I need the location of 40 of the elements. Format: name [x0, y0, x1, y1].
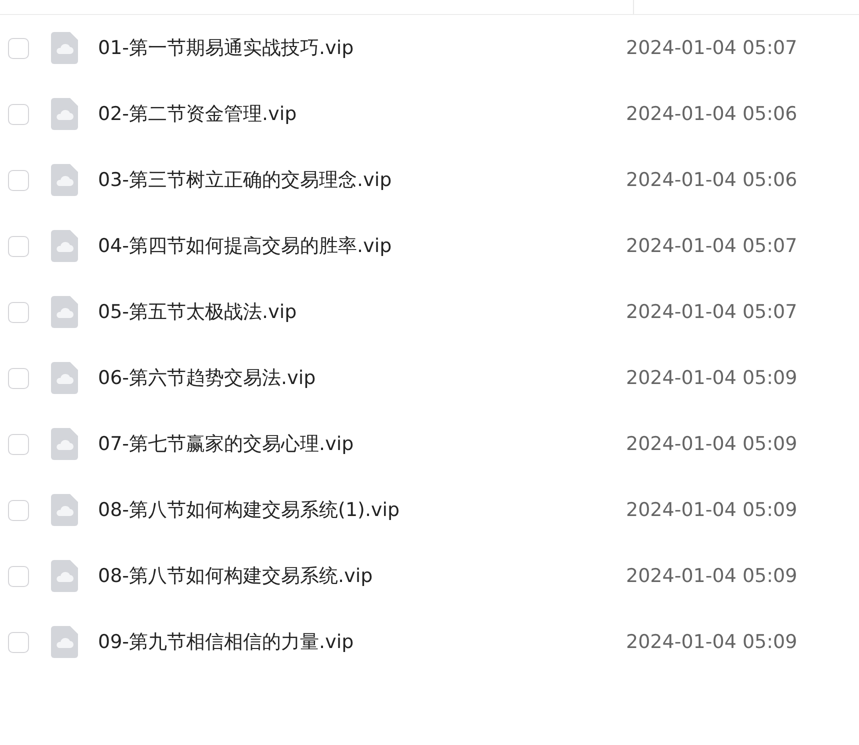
row-checkbox[interactable] [8, 632, 29, 652]
file-icon [51, 362, 78, 394]
file-icon [51, 164, 78, 196]
modified-date: 2024-01-04 05:09 [626, 499, 798, 521]
file-icon [51, 560, 78, 592]
row-checkbox[interactable] [8, 104, 29, 124]
row-checkbox[interactable] [8, 302, 29, 322]
modified-date: 2024-01-04 05:09 [626, 367, 798, 389]
row-checkbox[interactable] [8, 500, 29, 520]
file-name[interactable]: 08-第八节如何构建交易系统.vip [98, 563, 618, 589]
row-checkbox[interactable] [8, 236, 29, 256]
modified-date: 2024-01-04 05:09 [626, 433, 798, 455]
file-name[interactable]: 01-第一节期易通实战技巧.vip [98, 35, 618, 61]
modified-date: 2024-01-04 05:07 [626, 37, 798, 59]
row-checkbox[interactable] [8, 434, 29, 454]
file-icon [51, 32, 78, 64]
modified-date: 2024-01-04 05:07 [626, 235, 798, 257]
row-checkbox[interactable] [8, 170, 29, 190]
file-name[interactable]: 02-第二节资金管理.vip [98, 101, 618, 127]
file-icon [51, 98, 78, 130]
modified-date: 2024-01-04 05:06 [626, 169, 798, 191]
file-name[interactable]: 09-第九节相信相信的力量.vip [98, 629, 618, 655]
file-name[interactable]: 05-第五节太极战法.vip [98, 299, 618, 325]
row-checkbox[interactable] [8, 566, 29, 586]
modified-date: 2024-01-04 05:07 [626, 301, 798, 323]
modified-date: 2024-01-04 05:09 [626, 631, 798, 653]
file-icon [51, 296, 78, 328]
file-icon [51, 626, 78, 658]
file-name[interactable]: 03-第三节树立正确的交易理念.vip [98, 167, 618, 193]
file-icon [51, 494, 78, 526]
file-name[interactable]: 04-第四节如何提高交易的胜率.vip [98, 233, 618, 259]
modified-date: 2024-01-04 05:09 [626, 565, 798, 587]
file-icon [51, 428, 78, 460]
file-name[interactable]: 07-第七节赢家的交易心理.vip [98, 431, 618, 457]
file-name[interactable]: 08-第八节如何构建交易系统(1).vip [98, 497, 618, 523]
row-checkbox[interactable] [8, 368, 29, 388]
file-icon [51, 230, 78, 262]
row-checkbox[interactable] [8, 38, 29, 58]
modified-date: 2024-01-04 05:06 [626, 103, 798, 125]
file-name[interactable]: 06-第六节趋势交易法.vip [98, 365, 618, 391]
